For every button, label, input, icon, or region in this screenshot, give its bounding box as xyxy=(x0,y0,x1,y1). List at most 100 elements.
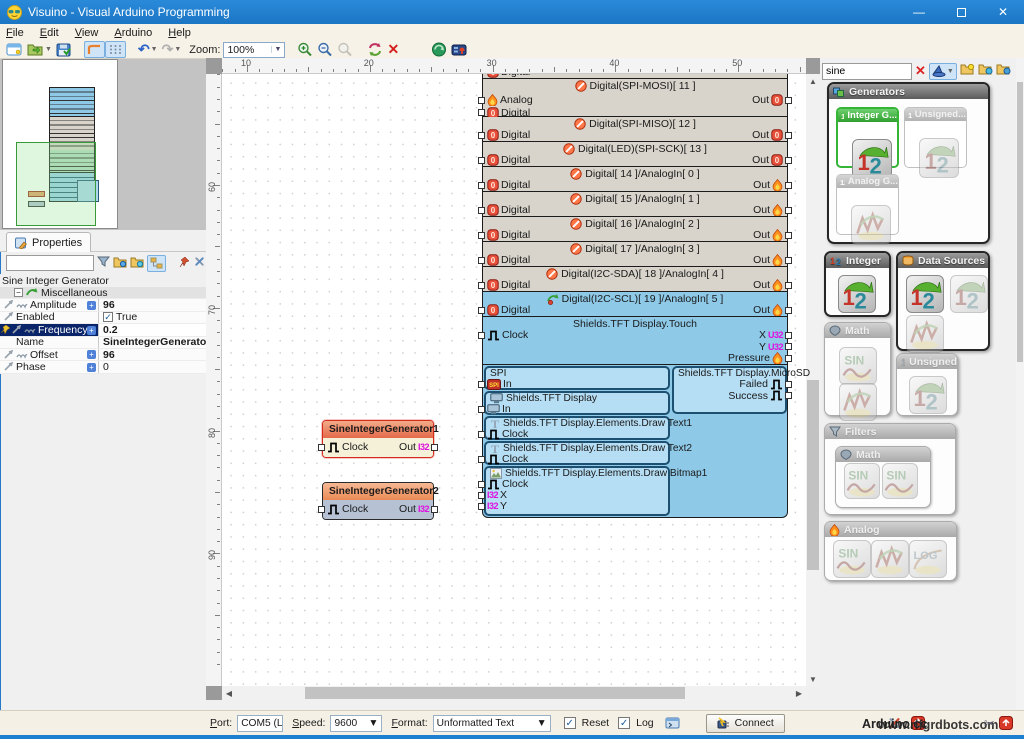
log-checkbox[interactable]: ✓ Log xyxy=(618,717,654,729)
palette-item[interactable] xyxy=(871,540,909,578)
undo-button[interactable]: ↶ ▼ xyxy=(136,41,160,58)
pin-connector[interactable] xyxy=(785,256,792,264)
pin-connector[interactable] xyxy=(431,505,438,513)
palette-options-icon[interactable] xyxy=(960,63,975,79)
palette-scroll-thumb[interactable] xyxy=(1017,82,1023,362)
palette-item-unsigned-[interactable]: 12Unsigned...12 xyxy=(904,107,967,178)
expand-property-icon[interactable]: + xyxy=(87,350,96,360)
pin-connector[interactable] xyxy=(785,354,792,362)
pin-connector[interactable] xyxy=(785,231,792,239)
pin-connector[interactable] xyxy=(478,206,485,214)
category-header[interactable]: Math xyxy=(825,323,890,338)
pin-connector[interactable] xyxy=(478,480,485,488)
category-generators[interactable]: Generators 12Integer G...1212Unsigned...1… xyxy=(827,82,990,245)
horizontal-scroll-thumb[interactable] xyxy=(305,687,685,699)
pin-out[interactable]: Out 0 xyxy=(600,129,792,141)
category-header[interactable]: 1 2 Integer xyxy=(826,253,889,268)
pin-connector[interactable] xyxy=(478,96,485,104)
property-value[interactable]: 96 xyxy=(98,299,206,311)
minimize-button[interactable]: — xyxy=(898,0,940,24)
pin-connector[interactable] xyxy=(785,281,792,289)
pin-connector[interactable] xyxy=(478,491,485,499)
expand-palette-icon[interactable] xyxy=(978,63,993,79)
menu-arduino[interactable]: Arduino xyxy=(114,27,152,39)
close-button[interactable]: ✕ xyxy=(982,0,1024,24)
pin-connector[interactable] xyxy=(785,96,792,104)
category-header[interactable]: Generators xyxy=(829,84,988,99)
filter-icon[interactable] xyxy=(96,255,111,271)
pin-connector[interactable] xyxy=(478,405,485,413)
property-row-amplitude[interactable]: Amplitude +96 xyxy=(0,299,206,312)
category-header[interactable]: Analog xyxy=(825,522,956,537)
property-value[interactable]: 96 xyxy=(98,348,206,361)
pin-connector[interactable] xyxy=(785,306,792,314)
properties-settings-icon[interactable] xyxy=(193,255,206,271)
zoom-out-button[interactable] xyxy=(315,41,335,58)
scroll-right-arrow[interactable]: ▶ xyxy=(792,686,806,700)
minimap[interactable] xyxy=(2,59,118,229)
upload-to-arduino-button[interactable] xyxy=(449,41,470,58)
pin-out[interactable]: Out 0 xyxy=(600,154,792,166)
delete-button[interactable]: ✕ xyxy=(385,41,401,58)
pin-connector[interactable] xyxy=(478,380,485,388)
category-header[interactable]: Data Sources xyxy=(898,253,988,268)
pin-out[interactable]: Out xyxy=(600,204,792,216)
palette-item[interactable]: SIN xyxy=(833,540,871,578)
pin-connector[interactable] xyxy=(478,455,485,463)
collapse-categories-icon[interactable] xyxy=(130,256,144,271)
zoom-reset-button[interactable] xyxy=(335,41,355,58)
pin-out[interactable]: Out I32 xyxy=(368,503,438,515)
canvas-vertical-scrollbar[interactable]: ▲ ▼ xyxy=(806,74,820,686)
new-project-button[interactable] xyxy=(4,41,25,58)
component-header[interactable]: 12SineIntegerGenerator1 xyxy=(323,421,439,438)
pin-y[interactable]: Y U32 xyxy=(600,341,792,353)
palette-item[interactable]: 12 xyxy=(838,275,876,313)
pin-clock[interactable]: Clock xyxy=(478,453,658,465)
subcategory-header[interactable]: Math xyxy=(836,447,930,462)
expand-property-icon[interactable]: + xyxy=(87,325,96,335)
expand-property-icon[interactable]: + xyxy=(87,362,96,372)
pin-out[interactable]: Out xyxy=(600,179,792,191)
pin-connector[interactable] xyxy=(478,281,485,289)
category-integer[interactable]: 1 2 Integer 1 2 xyxy=(824,251,891,317)
tab-properties[interactable]: Properties xyxy=(6,232,92,252)
pin-failed[interactable]: Failed xyxy=(660,378,792,390)
menu-edit[interactable]: Edit xyxy=(40,27,59,39)
zoom-in-button[interactable] xyxy=(295,41,315,58)
minimap-viewport[interactable] xyxy=(16,142,96,226)
pin-in[interactable]: SPI In xyxy=(478,378,658,390)
palette-item[interactable] xyxy=(906,315,944,353)
canvas-horizontal-scrollbar[interactable]: ◀ ▶ xyxy=(222,686,806,700)
clear-search-icon[interactable]: ✕ xyxy=(915,63,926,79)
component-search-input[interactable] xyxy=(822,62,912,80)
pin-connector[interactable] xyxy=(478,181,485,189)
palette-item[interactable] xyxy=(839,383,877,421)
pin-connector[interactable] xyxy=(478,231,485,239)
pin-connector[interactable] xyxy=(785,343,792,350)
grid-toggle[interactable] xyxy=(104,41,126,58)
palette-scrollbar[interactable] xyxy=(1016,58,1024,710)
pin-connector[interactable] xyxy=(478,306,485,314)
property-value[interactable]: 0.2 xyxy=(98,324,206,336)
pin-connector[interactable] xyxy=(478,430,485,438)
category-analog[interactable]: Analog SIN LOG xyxy=(824,521,957,581)
property-row-offset[interactable]: Offset +96 xyxy=(0,348,206,362)
pin-connector[interactable] xyxy=(785,392,792,399)
pin-properties-icon[interactable] xyxy=(178,256,190,271)
menu-help[interactable]: Help xyxy=(168,27,191,39)
pin-connector[interactable] xyxy=(318,505,325,513)
palette-item-integer-g-[interactable]: 12Integer G...12 xyxy=(836,107,899,179)
pin-pressure[interactable]: Pressure xyxy=(600,352,792,364)
pin-connector[interactable] xyxy=(478,131,485,139)
property-value[interactable]: 0 xyxy=(98,361,206,373)
pin-in[interactable]: In xyxy=(478,403,658,415)
pin-connector[interactable] xyxy=(785,206,792,214)
speed-select[interactable]: 9600 ▼ xyxy=(330,714,383,732)
format-select[interactable]: Unformatted Text ▼ xyxy=(432,714,551,732)
open-project-button[interactable]: ▼ xyxy=(25,41,54,58)
property-row-name[interactable]: Name SineIntegerGenerator1 xyxy=(0,336,206,349)
pin-out[interactable]: Out xyxy=(600,279,792,291)
palette-item-analog-g-[interactable]: 12Analog G... xyxy=(836,174,899,245)
expand-property-icon[interactable]: + xyxy=(87,300,96,310)
expand-categories-icon[interactable] xyxy=(113,256,127,271)
